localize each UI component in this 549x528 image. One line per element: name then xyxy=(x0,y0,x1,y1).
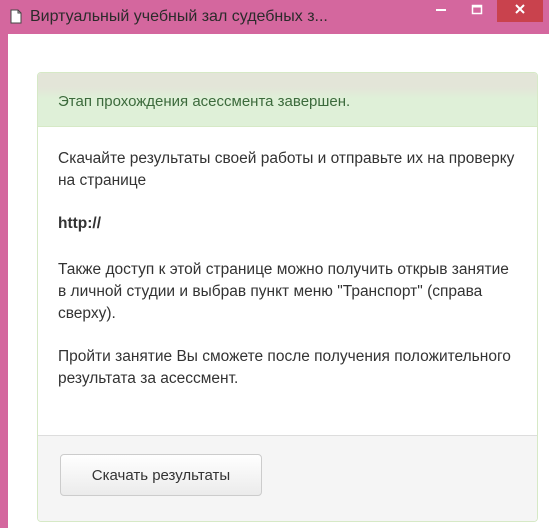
document-icon xyxy=(10,9,22,24)
close-icon xyxy=(514,2,526,20)
assessment-panel: Этап прохождения асессмента завершен. Ск… xyxy=(37,72,538,522)
app-window: Виртуальный учебный зал судебных з... Эт… xyxy=(0,0,549,528)
continue-note: Пройти занятие Вы сможете после получени… xyxy=(58,348,511,387)
window-title: Виртуальный учебный зал судебных з... xyxy=(30,8,328,25)
maximize-button[interactable] xyxy=(460,0,494,24)
title-bar[interactable]: Виртуальный учебный зал судебных з... xyxy=(0,0,549,34)
access-note: Также доступ к этой странице можно получ… xyxy=(58,261,509,322)
instruction-text: Скачайте результаты своей работы и отпра… xyxy=(58,150,515,189)
maximize-icon xyxy=(471,3,483,21)
results-link[interactable]: http:// xyxy=(58,213,520,235)
minimize-button[interactable] xyxy=(424,0,458,24)
minimize-icon xyxy=(435,3,447,21)
download-results-button[interactable]: Скачать результаты xyxy=(60,454,262,496)
window-content: Этап прохождения асессмента завершен. Ск… xyxy=(8,34,549,528)
panel-footer: Скачать результаты xyxy=(38,435,537,521)
close-button[interactable] xyxy=(497,0,543,22)
success-alert: Этап прохождения асессмента завершен. xyxy=(38,73,537,127)
alert-text: Этап прохождения асессмента завершен. xyxy=(58,93,351,110)
